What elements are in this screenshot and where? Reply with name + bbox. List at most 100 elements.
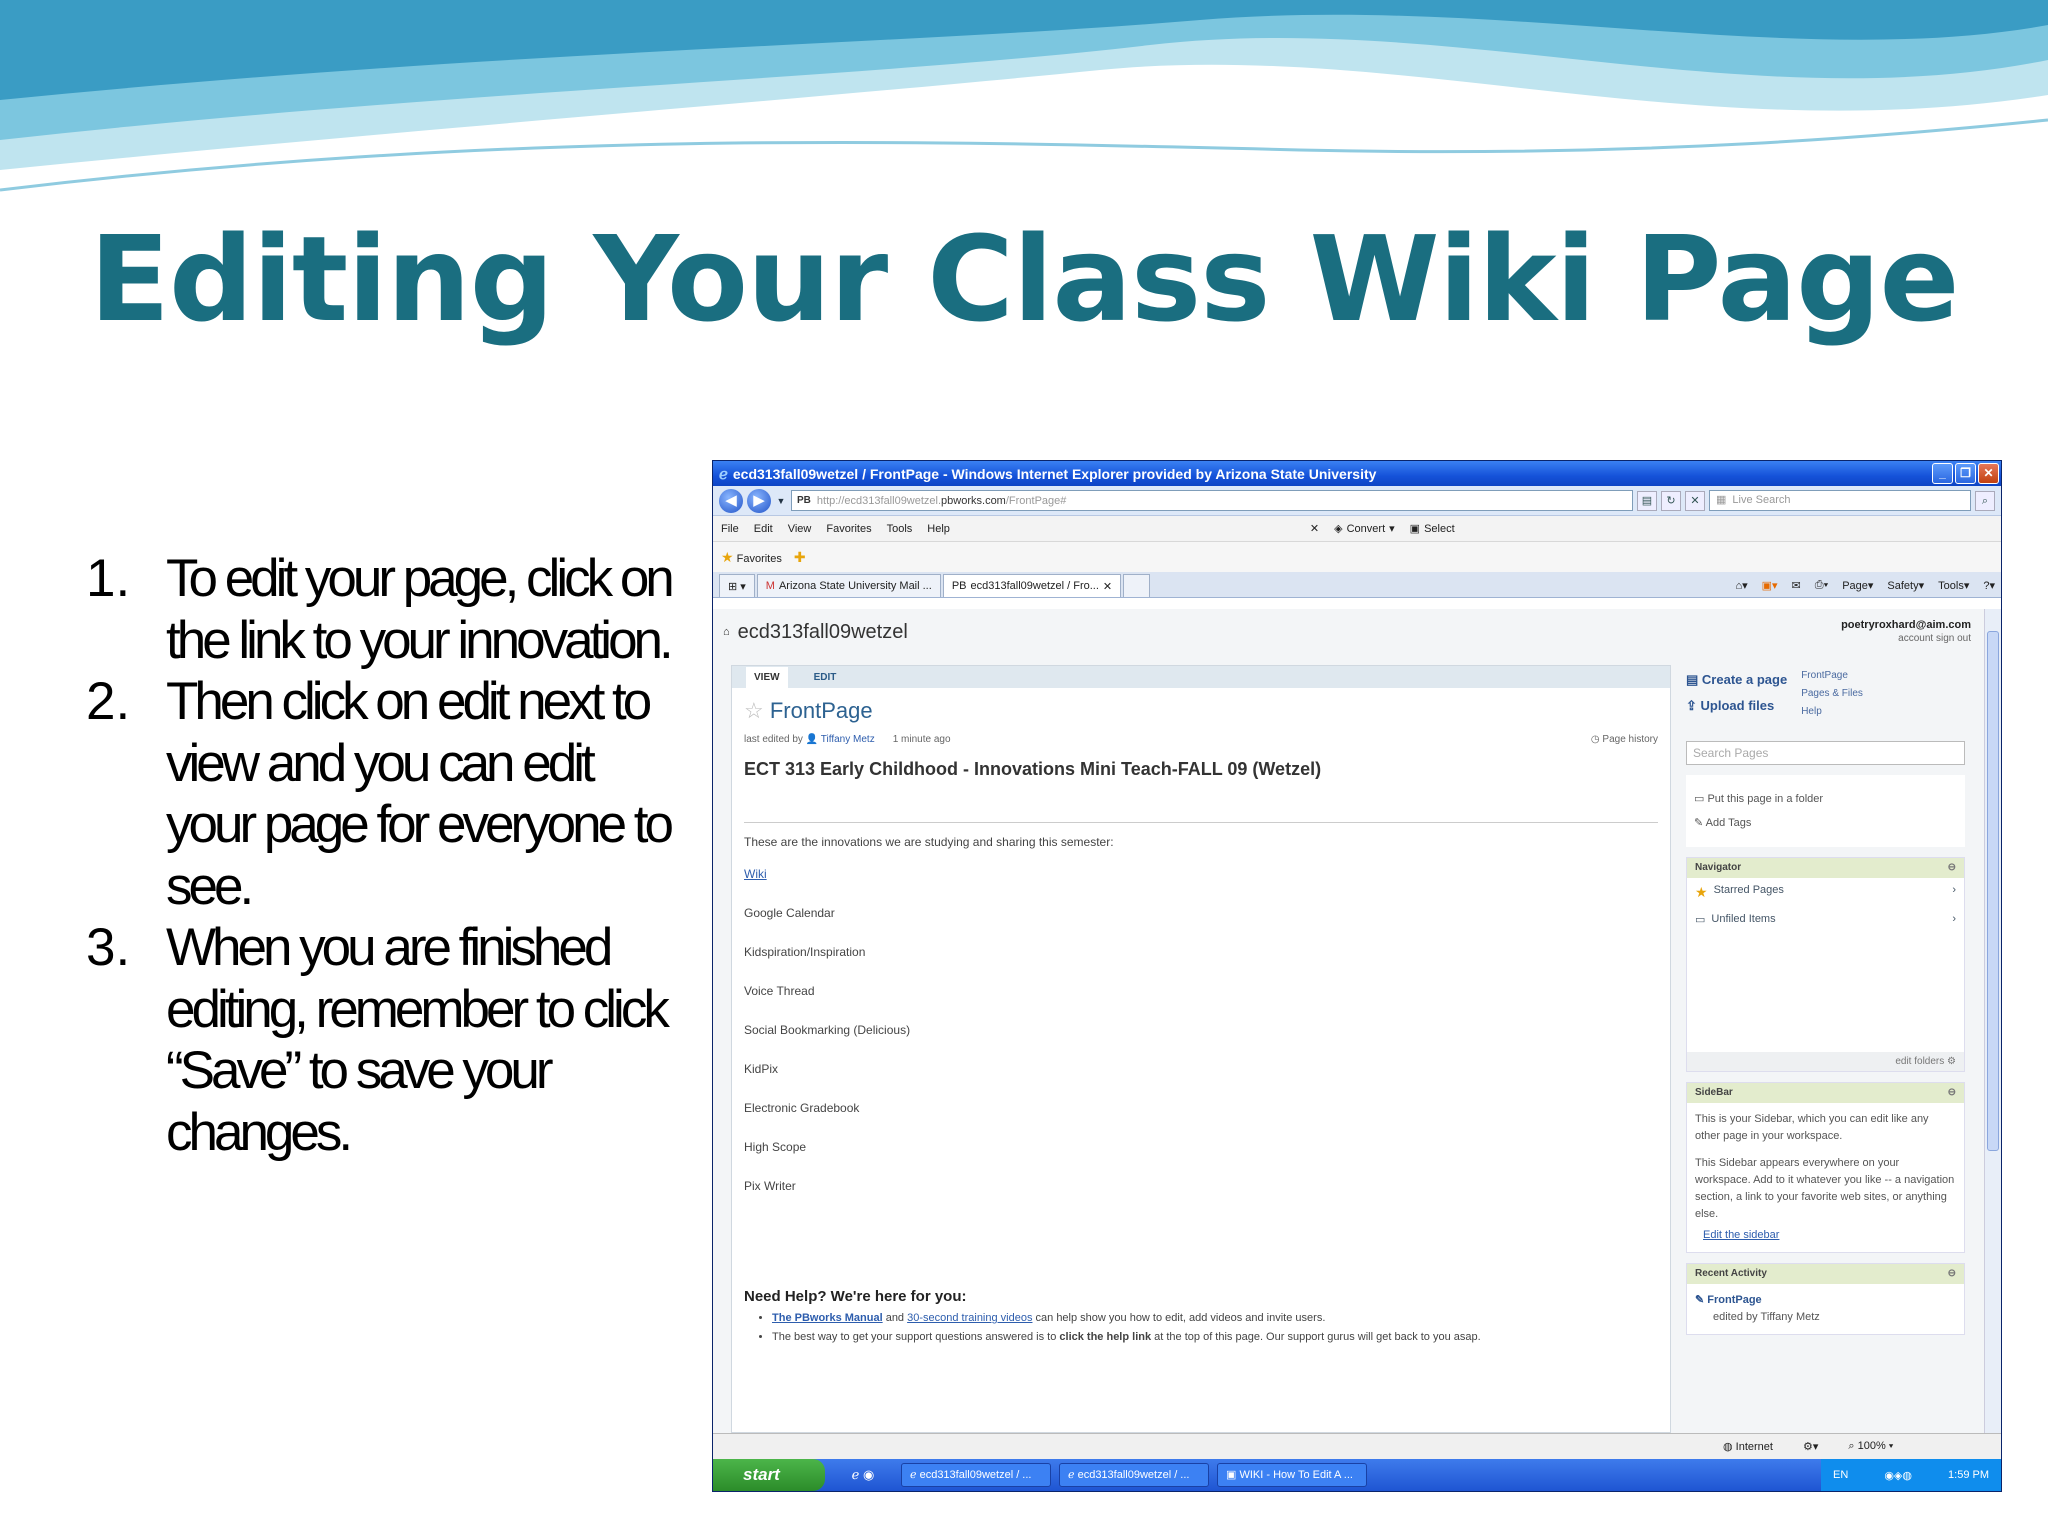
vertical-scrollbar[interactable] (1984, 609, 2001, 1433)
page-title: ☆ FrontPage (744, 698, 1670, 724)
add-tags-link[interactable]: ✎ Add Tags (1694, 811, 1957, 835)
upload-files-label: Upload files (1700, 698, 1775, 713)
menu-help[interactable]: Help (927, 523, 950, 535)
select-button[interactable]: ▣ Select (1410, 522, 1455, 536)
side-link-help[interactable]: Help (1801, 703, 1863, 721)
address-input[interactable]: PB http://ecd313fall09wetzel. pbworks.com… (791, 490, 1633, 511)
menu-bar: File Edit View Favorites Tools Help ✕ ◈ C… (713, 516, 2001, 542)
help-heading: Need Help? We're here for you: (744, 1288, 967, 1305)
tab-close-icon[interactable]: ✕ (1103, 580, 1112, 593)
history-dropdown-icon[interactable]: ▼ (775, 496, 787, 506)
user-links[interactable]: account sign out (1841, 632, 1971, 646)
upload-files-button[interactable]: ⇪ Upload files (1686, 693, 1787, 719)
side-link-frontpage[interactable]: FrontPage (1801, 667, 1863, 685)
list-item: KidPix (744, 1062, 779, 1076)
minimize-icon[interactable]: _ (1932, 463, 1953, 484)
forward-icon[interactable]: ▶ (747, 488, 771, 513)
zoom-control[interactable]: ⌕ 100% ▾ (1848, 1440, 1893, 1453)
tray-icons[interactable]: ◉◈◍ (1884, 1469, 1912, 1482)
menu-file[interactable]: File (721, 523, 739, 535)
editor-name[interactable]: Tiffany Metz (821, 734, 875, 745)
zoom-icon: ⌕ (1848, 1440, 1855, 1452)
ie-task-icon: ℯ (910, 1469, 917, 1481)
start-button[interactable]: start (713, 1459, 825, 1491)
create-page-button[interactable]: ▤ Create a page (1686, 667, 1787, 693)
quick-tabs-button[interactable]: ⊞ ▾ (719, 574, 755, 597)
sidebar-heading: SideBar (1695, 1087, 1733, 1098)
workspace-home-icon[interactable]: ⌂ (723, 626, 730, 638)
close-icon[interactable]: ✕ (1978, 463, 1999, 484)
search-icon[interactable]: ⌕ (1975, 490, 1995, 511)
help-text: at the top of this page. Our support gur… (1151, 1331, 1481, 1343)
tab-view[interactable]: VIEW (746, 666, 788, 688)
workspace-name[interactable]: ecd313fall09wetzel (738, 621, 908, 644)
compatibility-icon[interactable]: ▤ (1637, 490, 1657, 511)
menu-tools[interactable]: Tools (887, 523, 913, 535)
star-page-icon[interactable]: ☆ (744, 698, 764, 723)
live-search-input[interactable]: ▦ Live Search (1709, 490, 1971, 511)
starred-pages-item[interactable]: ★ Starred Pages › (1687, 878, 1964, 907)
convert-button[interactable]: ◈ Convert ▾ (1334, 522, 1395, 536)
tab-asu-mail[interactable]: M Arizona State University Mail ... (756, 574, 941, 597)
collapse-icon[interactable]: ⊖ (1948, 862, 1956, 874)
print-icon[interactable]: ⎙▾ (1815, 579, 1828, 592)
language-indicator[interactable]: EN (1833, 1469, 1848, 1481)
edit-sidebar-link[interactable]: Edit the sidebar (1703, 1229, 1779, 1241)
add-favorite-icon[interactable]: ✚ (794, 549, 806, 566)
unfiled-items-item[interactable]: ▭ Unfiled Items › (1687, 907, 1964, 932)
instruction-step: 3. When you are finished editing, rememb… (86, 917, 686, 1163)
quick-launch-icons[interactable]: ℯ ◉ (833, 1467, 893, 1483)
refresh-icon[interactable]: ↻ (1661, 490, 1681, 511)
mail-icon[interactable]: ✉ (1792, 579, 1801, 592)
page-menu[interactable]: Page▾ (1842, 579, 1873, 592)
pbworks-manual-link[interactable]: The PBworks Manual (772, 1312, 883, 1324)
collapse-icon[interactable]: ⊖ (1948, 1087, 1956, 1099)
tab-frontpage[interactable]: PB ecd313fall09wetzel / Fro... ✕ (942, 574, 1122, 597)
feeds-icon[interactable]: ▣▾ (1762, 579, 1778, 592)
stop-icon[interactable]: ✕ (1685, 490, 1705, 511)
tools-menu-label: Tools (1938, 580, 1964, 592)
tools-menu[interactable]: Tools▾ (1938, 579, 1969, 592)
taskbar-item[interactable]: ℯ ecd313fall09wetzel / ... (1059, 1463, 1209, 1487)
favorites-star-icon: ★ (721, 548, 734, 565)
edit-folders-label: edit folders (1895, 1056, 1945, 1067)
safety-menu-label: Safety (1887, 580, 1919, 592)
site-favicon-icon: PB (797, 495, 811, 506)
favorites-button[interactable]: ★ Favorites (721, 549, 782, 566)
innovation-link-wiki[interactable]: Wiki (744, 867, 1658, 906)
toolbar-close-icon[interactable]: ✕ (1310, 522, 1319, 535)
taskbar-item[interactable]: ▣ WIKI - How To Edit A ... (1217, 1463, 1367, 1487)
page-history-link[interactable]: ◷ Page history (1591, 734, 1658, 745)
pdf-convert-icon: ◈ (1334, 523, 1343, 535)
help-item: The PBworks Manual and 30-second trainin… (772, 1309, 1658, 1328)
menu-edit[interactable]: Edit (754, 523, 773, 535)
step-number: 2. (86, 672, 131, 731)
edit-folders-link[interactable]: edit folders ⚙ (1687, 1052, 1964, 1071)
maximize-icon[interactable]: ❐ (1955, 463, 1976, 484)
back-icon[interactable]: ◀ (719, 488, 743, 513)
put-in-folder-link[interactable]: ▭ Put this page in a folder (1694, 787, 1957, 811)
intro-text: These are the innovations we are studyin… (744, 835, 1114, 849)
upload-icon: ⇪ (1686, 698, 1697, 713)
panel-header: Navigator ⊖ (1687, 858, 1964, 878)
recent-page-link[interactable]: ✎ FrontPage (1695, 1292, 1956, 1309)
menu-view[interactable]: View (788, 523, 812, 535)
command-bar: ⌂▾ ▣▾ ✉ ⎙▾ Page▾ Safety▾ Tools▾ ?▾ (1735, 579, 1995, 597)
new-tab-button[interactable] (1123, 574, 1151, 597)
home-icon[interactable]: ⌂▾ (1735, 579, 1747, 592)
taskbar-item[interactable]: ℯ ecd313fall09wetzel / ... (901, 1463, 1051, 1487)
safety-menu[interactable]: Safety▾ (1887, 579, 1924, 592)
panel-header: SideBar ⊖ (1687, 1083, 1964, 1103)
training-videos-link[interactable]: 30-second training videos (907, 1312, 1032, 1324)
sidebar-body: This is your Sidebar, which you can edit… (1687, 1103, 1964, 1252)
menu-favorites[interactable]: Favorites (826, 523, 871, 535)
page-meta: last edited by 👤 Tiffany Metz 1 minute a… (744, 734, 1658, 745)
search-pages-input[interactable]: Search Pages (1686, 741, 1965, 765)
tab-edit[interactable]: EDIT (814, 672, 837, 683)
scrollbar-thumb[interactable] (1987, 631, 1999, 1151)
protected-mode-icon[interactable]: ⚙▾ (1803, 1440, 1818, 1453)
collapse-icon[interactable]: ⊖ (1948, 1268, 1956, 1280)
help-icon[interactable]: ?▾ (1983, 579, 1995, 592)
url-prefix: http://ecd313fall09wetzel. (816, 494, 942, 507)
side-link-pages-files[interactable]: Pages & Files (1801, 685, 1863, 703)
